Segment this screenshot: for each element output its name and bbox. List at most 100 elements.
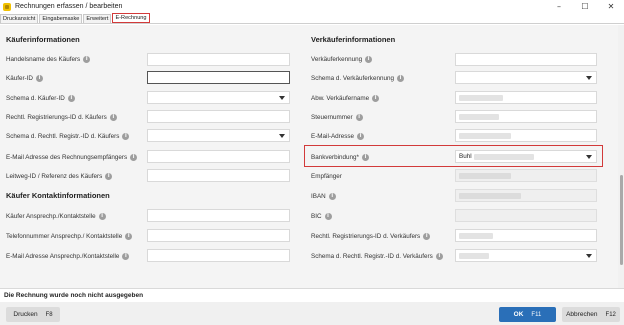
buyer-legal-reg-id-label: Rechtl. Registrierungs-ID d. Käufers i bbox=[6, 114, 117, 121]
recipient-email-label: E-Mail Adresse des Rechnungsempfängers i bbox=[6, 154, 138, 161]
tab-bar: Druckansicht Eingabemaske Erweitert E-Re… bbox=[0, 13, 624, 24]
tab-druckansicht[interactable]: Druckansicht bbox=[0, 14, 39, 23]
redacted-value bbox=[459, 95, 503, 101]
label-text: Bankverbindung* bbox=[311, 154, 359, 161]
buyer-id-label: Käufer-ID i bbox=[6, 75, 43, 82]
window-title: Rechnungen erfassen / bearbeiten bbox=[15, 3, 123, 10]
tax-number-input[interactable] bbox=[455, 110, 597, 123]
scrollbar-thumb[interactable] bbox=[620, 175, 623, 265]
alt-seller-name-input[interactable] bbox=[455, 91, 597, 104]
info-icon[interactable]: i bbox=[324, 213, 332, 220]
label-text: Abw. Verkäufername bbox=[311, 95, 370, 102]
label-text: Käufer Ansprechp./Kontaktstelle bbox=[6, 213, 96, 220]
label-text: E-Mail Adresse Ansprechp./Kontaktstelle bbox=[6, 253, 120, 260]
info-icon[interactable]: i bbox=[67, 95, 75, 102]
cancel-button-label: Abbrechen bbox=[566, 311, 598, 318]
info-icon[interactable]: i bbox=[435, 253, 443, 260]
label-text: BIC bbox=[311, 213, 322, 220]
buyer-section-title: Käuferinformationen bbox=[6, 35, 80, 44]
recipient-email-input[interactable] bbox=[147, 150, 290, 163]
info-icon[interactable]: i bbox=[423, 233, 431, 240]
info-icon[interactable]: i bbox=[122, 133, 130, 140]
vertical-scrollbar[interactable] bbox=[618, 25, 624, 288]
label-text: Verkäuferkennung bbox=[311, 56, 363, 63]
redacted-value bbox=[474, 154, 534, 160]
label-text: Schema d. Verkäuferkennung bbox=[311, 75, 394, 82]
print-shortcut: F8 bbox=[45, 311, 53, 318]
label-text: Handelsname des Käufers bbox=[6, 56, 81, 63]
seller-legal-reg-scheme-label: Schema d. Rechtl. Registr.-ID d. Verkäuf… bbox=[311, 253, 443, 260]
seller-legal-reg-scheme-select[interactable] bbox=[455, 249, 597, 262]
iban-label: IBAN i bbox=[311, 193, 336, 200]
chevron-down-icon bbox=[279, 96, 285, 100]
footer-bar: Drucken F8 OK F11 Abbrechen F12 bbox=[0, 302, 624, 325]
redacted-value bbox=[459, 114, 499, 120]
info-icon[interactable]: i bbox=[35, 75, 43, 82]
chevron-down-icon bbox=[279, 134, 285, 138]
cancel-shortcut: F12 bbox=[605, 311, 616, 318]
info-icon[interactable]: i bbox=[83, 56, 91, 63]
redacted-value bbox=[459, 133, 511, 139]
ok-shortcut: F11 bbox=[531, 311, 542, 318]
redacted-value bbox=[459, 253, 489, 259]
contact-email-input[interactable] bbox=[147, 249, 290, 262]
tax-number-label: Steuernummer i bbox=[311, 114, 363, 121]
seller-email-label: E-Mail-Adresse i bbox=[311, 133, 365, 140]
contact-phone-input[interactable] bbox=[147, 229, 290, 242]
seller-email-input[interactable] bbox=[455, 129, 597, 142]
label-text: Schema d. Rechtl. Registr.-ID d. Käufers bbox=[6, 133, 120, 140]
label-text: Rechtl. Registrierungs-ID d. Verkäufers bbox=[311, 233, 421, 240]
info-icon[interactable]: i bbox=[365, 56, 373, 63]
info-icon[interactable]: i bbox=[109, 114, 117, 121]
seller-id-scheme-select[interactable] bbox=[455, 71, 597, 84]
tab-eingabemaske[interactable]: Eingabemaske bbox=[39, 14, 83, 23]
print-button[interactable]: Drucken F8 bbox=[6, 307, 60, 322]
label-text: Telefonnummer Ansprechp./ Kontaktstelle bbox=[6, 233, 123, 240]
label-text: Empfänger bbox=[311, 173, 342, 180]
ok-button[interactable]: OK F11 bbox=[499, 307, 556, 322]
label-text: IBAN bbox=[311, 193, 326, 200]
info-icon[interactable]: i bbox=[372, 95, 380, 102]
seller-id-input[interactable] bbox=[455, 53, 597, 66]
seller-section-title: Verkäuferinformationen bbox=[311, 35, 396, 44]
buyer-legal-reg-id-input[interactable] bbox=[147, 110, 290, 123]
leitweg-id-input[interactable] bbox=[147, 169, 290, 182]
label-text: Schema d. Käufer-ID bbox=[6, 95, 65, 102]
info-icon[interactable]: i bbox=[125, 233, 133, 240]
status-message: Die Rechnung wurde noch nicht ausgegeben bbox=[0, 288, 624, 302]
iban-field bbox=[455, 189, 597, 202]
tab-erweitert[interactable]: Erweitert bbox=[83, 14, 112, 23]
info-icon[interactable]: i bbox=[130, 154, 138, 161]
contact-email-label: E-Mail Adresse Ansprechp./Kontaktstelle i bbox=[6, 253, 130, 260]
info-icon[interactable]: i bbox=[357, 133, 365, 140]
recipient-label: Empfänger bbox=[311, 173, 342, 180]
info-icon[interactable]: i bbox=[98, 213, 106, 220]
close-icon[interactable]: ✕ bbox=[598, 0, 624, 13]
maximize-icon[interactable]: ☐ bbox=[572, 0, 598, 13]
window-controls: – ☐ ✕ bbox=[546, 0, 624, 13]
buyer-id-scheme-select[interactable] bbox=[147, 91, 290, 104]
seller-id-label: Verkäuferkennung i bbox=[311, 56, 373, 63]
chevron-down-icon bbox=[586, 155, 592, 159]
seller-legal-reg-id-input[interactable] bbox=[455, 229, 597, 242]
cancel-button[interactable]: Abbrechen F12 bbox=[562, 307, 620, 322]
info-icon[interactable]: i bbox=[105, 173, 113, 180]
buyer-legal-reg-scheme-select[interactable] bbox=[147, 129, 290, 142]
buyer-name-input[interactable] bbox=[147, 53, 290, 66]
leitweg-id-label: Leitweg-ID / Referenz des Käufers i bbox=[6, 173, 113, 180]
tab-e-rechnung[interactable]: E-Rechnung bbox=[112, 13, 150, 23]
minimize-icon[interactable]: – bbox=[546, 0, 572, 13]
bank-account-select[interactable]: Buhl bbox=[455, 150, 597, 163]
info-icon[interactable]: i bbox=[122, 253, 130, 260]
info-icon[interactable]: i bbox=[328, 193, 336, 200]
info-icon[interactable]: i bbox=[355, 114, 363, 121]
contact-person-input[interactable] bbox=[147, 209, 290, 222]
info-icon[interactable]: i bbox=[396, 75, 404, 82]
info-icon[interactable]: i bbox=[361, 154, 369, 161]
buyer-legal-reg-scheme-label: Schema d. Rechtl. Registr.-ID d. Käufers… bbox=[6, 133, 130, 140]
buyer-id-input[interactable] bbox=[147, 71, 290, 84]
label-text: E-Mail Adresse des Rechnungsempfängers bbox=[6, 154, 128, 161]
bic-field bbox=[455, 209, 597, 222]
chevron-down-icon bbox=[586, 254, 592, 258]
label-text: E-Mail-Adresse bbox=[311, 133, 355, 140]
